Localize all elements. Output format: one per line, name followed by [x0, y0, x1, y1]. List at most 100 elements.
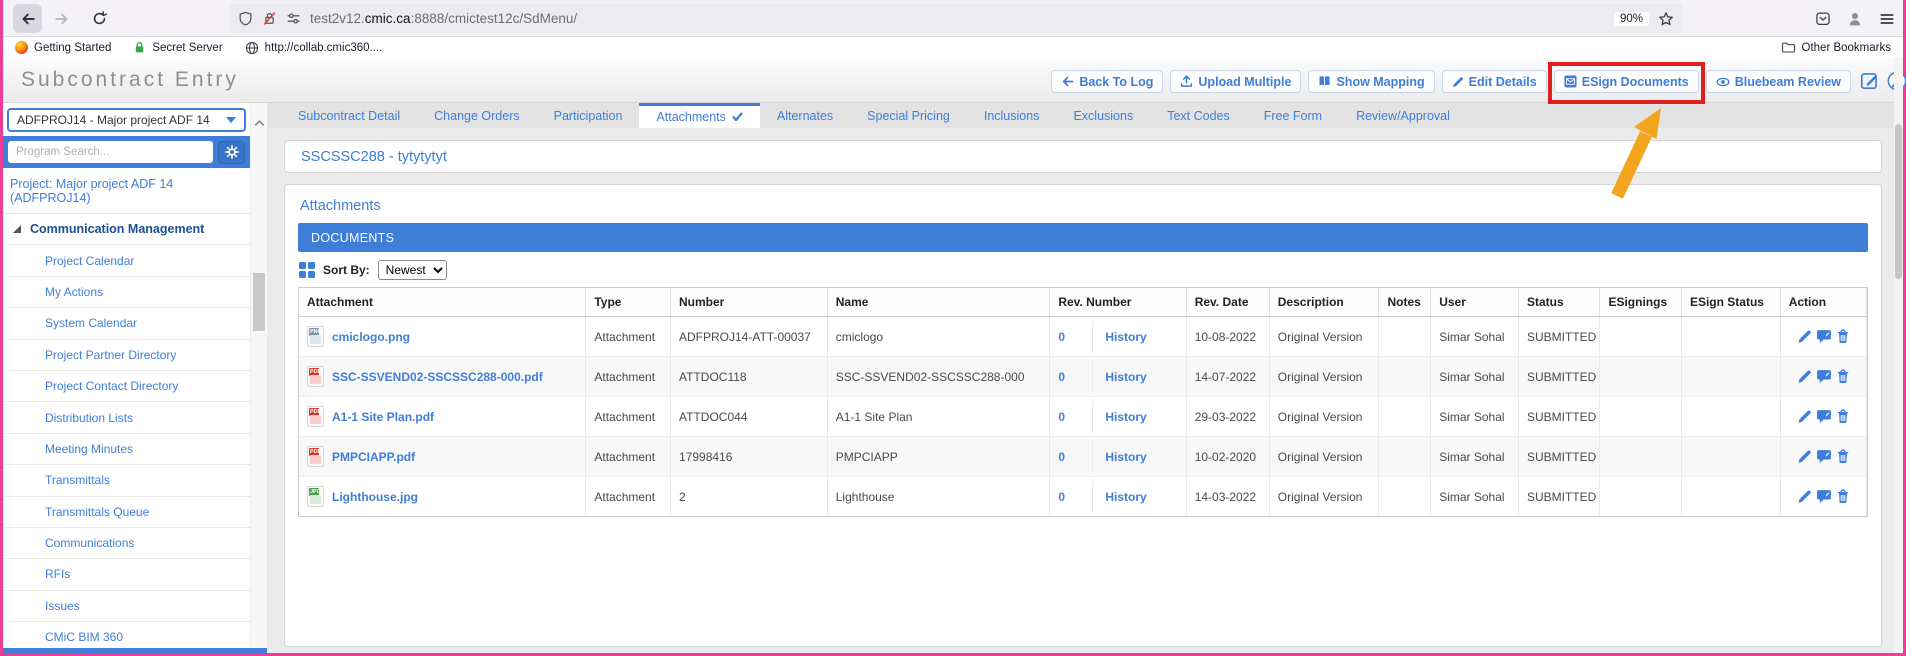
- comment-icon[interactable]: [1816, 489, 1832, 504]
- page-scrollbar[interactable]: [1894, 58, 1903, 653]
- permissions-icon[interactable]: [286, 11, 301, 26]
- url-text[interactable]: test2v12.cmic.ca:8888/cmictest12c/SdMenu…: [310, 11, 577, 26]
- tab-alternates[interactable]: Alternates: [760, 103, 850, 128]
- tab-subcontract-detail[interactable]: Subcontract Detail: [281, 103, 417, 128]
- account-icon[interactable]: [1847, 11, 1863, 27]
- sort-select[interactable]: Newest: [377, 260, 447, 280]
- sidebar-item-communication-management[interactable]: Communication Management: [3, 214, 250, 246]
- upload-multiple-button[interactable]: Upload Multiple: [1170, 70, 1302, 93]
- sidebar-item-my-actions[interactable]: My Actions: [3, 277, 250, 309]
- pocket-icon[interactable]: [1815, 11, 1831, 27]
- edit-icon[interactable]: [1797, 369, 1812, 384]
- header-button-wrap-edit-details: Edit Details: [1441, 70, 1547, 93]
- bookmark-getting-started[interactable]: Getting Started: [15, 41, 111, 54]
- app-region: Subcontract Entry Back To Log Upload Mult…: [3, 58, 1906, 653]
- back-to-log-button[interactable]: Back To Log: [1051, 70, 1164, 93]
- sidebar-scroll-thumb[interactable]: [253, 273, 265, 331]
- edit-icon[interactable]: [1797, 489, 1812, 504]
- tab-inclusions[interactable]: Inclusions: [967, 103, 1057, 128]
- other-bookmarks[interactable]: Other Bookmarks: [1781, 40, 1891, 55]
- url-bar[interactable]: test2v12.cmic.ca:8888/cmictest12c/SdMenu…: [229, 4, 1683, 33]
- history-link[interactable]: History: [1105, 330, 1146, 344]
- tab-review-approval[interactable]: Review/Approval: [1339, 103, 1467, 128]
- settings-button[interactable]: [218, 140, 245, 164]
- png-file-icon: PNG: [307, 326, 324, 347]
- sidebar-item-system-calendar[interactable]: System Calendar: [3, 308, 250, 340]
- rev-number-link[interactable]: 0: [1058, 490, 1092, 504]
- tab-participation[interactable]: Participation: [537, 103, 640, 128]
- sidebar-item-project-partner-directory[interactable]: Project Partner Directory: [3, 340, 250, 371]
- delete-icon[interactable]: [1836, 409, 1850, 424]
- history-link[interactable]: History: [1105, 410, 1146, 424]
- tab-exclusions[interactable]: Exclusions: [1056, 103, 1150, 128]
- tab-attachments[interactable]: Attachments: [639, 103, 760, 128]
- rev-number-link[interactable]: 0: [1058, 330, 1092, 344]
- compose-icon[interactable]: [1860, 71, 1879, 95]
- sidebar-item-rfis[interactable]: RFIs: [3, 559, 250, 591]
- tab-free-form[interactable]: Free Form: [1247, 103, 1339, 128]
- reload-button[interactable]: [85, 4, 114, 33]
- bookmark-star-icon[interactable]: [1658, 11, 1674, 27]
- project-dropdown[interactable]: ADFPROJ14 - Major project ADF 14: [7, 108, 246, 132]
- history-link[interactable]: History: [1105, 490, 1146, 504]
- rev-number-link[interactable]: 0: [1058, 450, 1092, 464]
- attachment-link[interactable]: PMPCIAPP.pdf: [332, 450, 415, 464]
- lock-slash-icon[interactable]: [262, 11, 277, 26]
- delete-icon[interactable]: [1836, 369, 1850, 384]
- rev-number-link[interactable]: 0: [1058, 410, 1092, 424]
- edit-details-button[interactable]: Edit Details: [1441, 70, 1547, 93]
- sidebar-scrollbar[interactable]: [250, 103, 267, 653]
- navigation-tree: Communication Management Project Calendar…: [3, 214, 250, 653]
- edit-icon[interactable]: [1797, 329, 1812, 344]
- sidebar-item-project-calendar[interactable]: Project Calendar: [3, 245, 250, 277]
- sidebar-bottom-accent: [3, 648, 267, 653]
- sidebar-item-transmittals-queue[interactable]: Transmittals Queue: [3, 497, 250, 528]
- delete-icon[interactable]: [1836, 329, 1850, 344]
- program-search-input[interactable]: [8, 141, 213, 163]
- show-mapping-button[interactable]: Show Mapping: [1308, 70, 1435, 93]
- scroll-up-arrow[interactable]: [251, 115, 267, 131]
- attachment-link[interactable]: A1-1 Site Plan.pdf: [332, 410, 434, 424]
- description-cell: Original Version: [1269, 316, 1380, 357]
- tab-change-orders[interactable]: Change Orders: [417, 103, 536, 128]
- history-link[interactable]: History: [1105, 370, 1146, 384]
- attachment-link[interactable]: Lighthouse.jpg: [332, 490, 418, 504]
- button-label: Edit Details: [1468, 74, 1537, 89]
- sidebar-item-label: Meeting Minutes: [45, 441, 134, 456]
- tab-special-pricing[interactable]: Special Pricing: [850, 103, 967, 128]
- delete-icon[interactable]: [1836, 449, 1850, 464]
- shield-icon[interactable]: [238, 11, 253, 26]
- bookmark-secret-server[interactable]: Secret Server: [133, 41, 223, 54]
- back-arrow-icon: [1061, 75, 1074, 88]
- forward-button[interactable]: [47, 4, 76, 33]
- delete-icon[interactable]: [1836, 489, 1850, 504]
- esignings-cell: [1599, 356, 1682, 397]
- comment-icon[interactable]: [1816, 329, 1832, 344]
- section-title: Attachments: [300, 198, 381, 214]
- menu-icon[interactable]: [1879, 11, 1895, 27]
- comment-icon[interactable]: [1816, 409, 1832, 424]
- sidebar-item-communications[interactable]: Communications: [3, 528, 250, 560]
- history-link[interactable]: History: [1105, 450, 1146, 464]
- back-button[interactable]: [13, 4, 42, 33]
- rev-number-link[interactable]: 0: [1058, 370, 1092, 384]
- esign-documents-button[interactable]: ESign Documents: [1553, 70, 1699, 93]
- sidebar-item-project-contact-directory[interactable]: Project Contact Directory: [3, 371, 250, 403]
- grid-view-icon[interactable]: [299, 262, 315, 278]
- comment-icon[interactable]: [1816, 449, 1832, 464]
- bluebeam-review-button[interactable]: Bluebeam Review: [1705, 70, 1851, 93]
- comment-icon[interactable]: [1816, 369, 1832, 384]
- zoom-level-badge[interactable]: 90%: [1613, 11, 1649, 26]
- attachment-link[interactable]: cmiclogo.png: [332, 330, 410, 344]
- divider: [1092, 400, 1094, 433]
- sidebar-item-distribution-lists[interactable]: Distribution Lists: [3, 402, 250, 434]
- sidebar-item-transmittals[interactable]: Transmittals: [3, 465, 250, 497]
- edit-icon[interactable]: [1797, 409, 1812, 424]
- attachment-link[interactable]: SSC-SSVEND02-SSCSSC288-000.pdf: [332, 370, 543, 384]
- edit-icon[interactable]: [1797, 449, 1812, 464]
- bookmark-http-collab-cmic360[interactable]: http://collab.cmic360....: [245, 41, 382, 55]
- sidebar-item-meeting-minutes[interactable]: Meeting Minutes: [3, 434, 250, 466]
- sidebar-item-issues[interactable]: Issues: [3, 591, 250, 623]
- tab-text-codes[interactable]: Text Codes: [1150, 103, 1247, 128]
- page-scroll-thumb[interactable]: [1895, 124, 1902, 279]
